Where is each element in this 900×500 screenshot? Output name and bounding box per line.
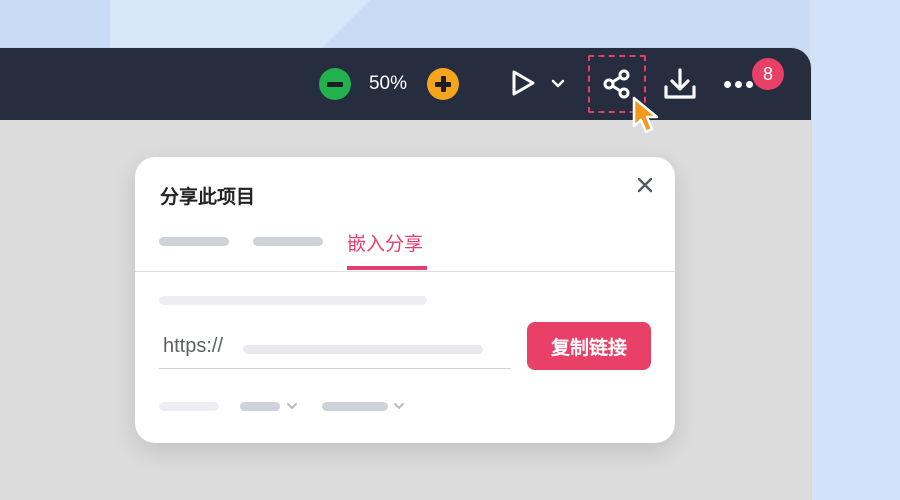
share-icon <box>603 69 630 99</box>
option-select-placeholder[interactable] <box>322 402 388 411</box>
download-icon[interactable] <box>661 65 699 103</box>
chevron-down-icon[interactable] <box>393 400 405 412</box>
close-icon[interactable] <box>635 175 655 195</box>
tab-placeholder[interactable] <box>159 237 229 246</box>
url-prefix: https:// <box>163 335 224 357</box>
embed-url-field[interactable]: https:// <box>159 323 511 369</box>
more-dots-icon <box>746 80 753 88</box>
toolbar: 50% 8 <box>0 48 811 120</box>
active-tab-indicator <box>347 266 427 270</box>
dialog-title: 分享此项目 <box>160 187 256 208</box>
play-icon[interactable] <box>508 68 538 98</box>
zoom-in-button[interactable] <box>427 68 459 100</box>
background-side-panel <box>810 0 900 500</box>
url-placeholder <box>243 345 483 354</box>
text-placeholder <box>159 296 427 305</box>
minus-circle-icon <box>327 81 343 87</box>
notification-badge: 8 <box>752 58 784 90</box>
copy-link-button[interactable]: 复制链接 <box>527 322 651 370</box>
chevron-down-icon[interactable] <box>286 400 298 412</box>
zoom-level: 50% <box>368 73 408 94</box>
tab-placeholder[interactable] <box>253 237 323 246</box>
option-label-placeholder <box>159 402 219 411</box>
chevron-down-icon[interactable] <box>550 76 566 92</box>
tab-embed-share[interactable]: 嵌入分享 <box>347 229 423 256</box>
divider <box>135 271 675 272</box>
zoom-out-button[interactable] <box>319 68 351 100</box>
plus-circle-icon <box>435 76 451 92</box>
more-dots-icon <box>735 80 742 88</box>
option-select-placeholder[interactable] <box>240 402 280 411</box>
pointer-cursor-icon <box>632 96 659 134</box>
share-dialog: 分享此项目 嵌入分享 https:// 复制链接 <box>135 157 675 443</box>
more-dots-icon <box>724 80 731 88</box>
